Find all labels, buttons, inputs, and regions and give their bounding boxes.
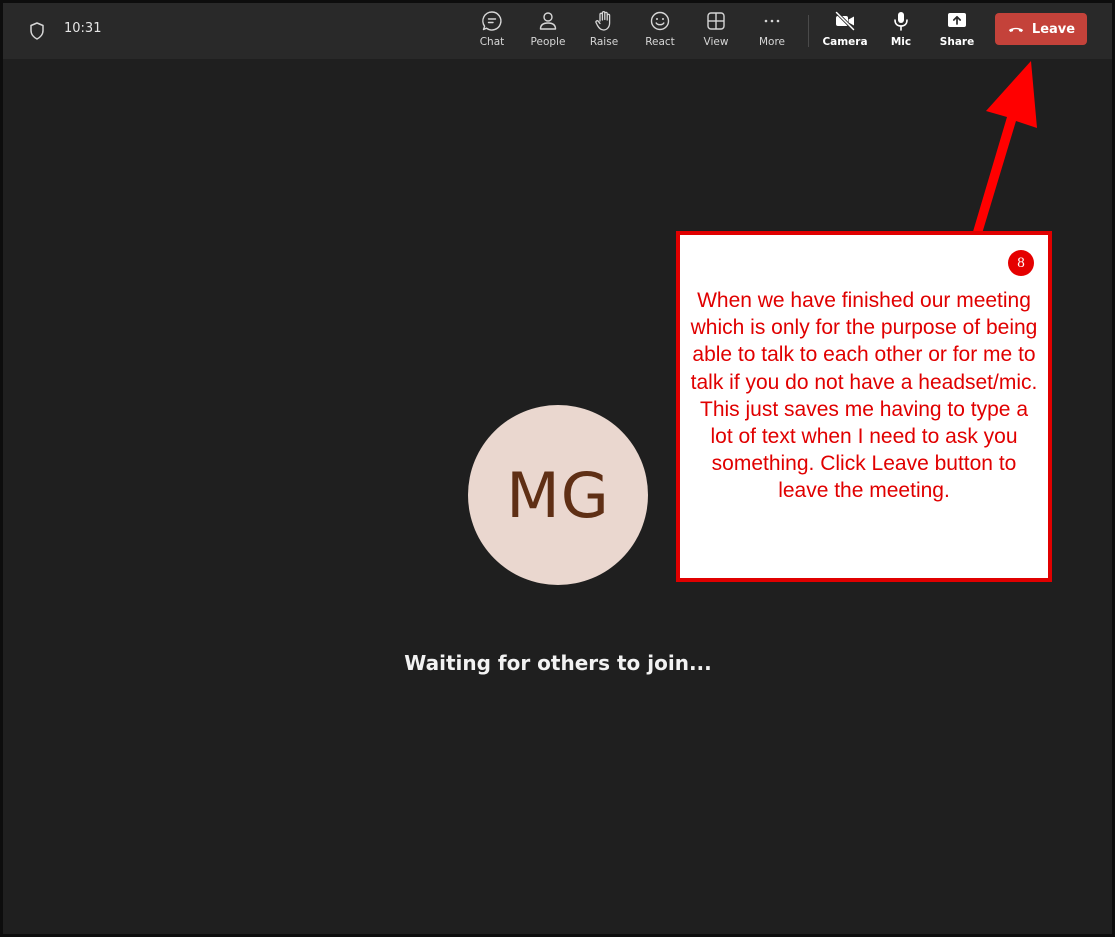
chat-button[interactable]: Chat [464,9,520,55]
chat-label: Chat [479,36,505,48]
mic-icon [894,12,908,31]
raise-hand-button[interactable]: Raise [576,9,632,55]
people-label: People [530,36,566,48]
hand-icon [595,11,611,31]
meeting-timer: 10:31 [64,21,102,36]
camera-label: Camera [822,36,868,48]
leave-button[interactable]: Leave [995,13,1087,45]
toolbar-divider [808,15,809,47]
leave-label: Leave [1031,21,1076,37]
callout-text: When we have finished our meeting which … [690,289,1038,503]
annotation-callout: 8 When we have finished our meeting whic… [676,231,1052,582]
meeting-toolbar: 10:31 Chat People Raise React View More … [3,3,1112,59]
chat-icon [482,11,502,31]
react-label: React [645,36,675,48]
avatar-initials: MG [506,458,610,532]
camera-off-icon [835,11,855,31]
view-label: View [703,36,729,48]
share-label: Share [939,36,975,48]
camera-button[interactable]: Camera [817,9,873,55]
mic-label: Mic [890,36,912,48]
ellipsis-icon [764,19,780,23]
meeting-window: 10:31 Chat People Raise React View More … [0,0,1115,937]
view-button[interactable]: View [688,9,744,55]
more-label: More [758,36,786,48]
grid-icon [707,12,725,30]
react-button[interactable]: React [632,9,688,55]
hang-up-icon [1008,27,1024,32]
step-badge: 8 [1008,250,1034,276]
mic-button[interactable]: Mic [873,9,929,55]
people-button[interactable]: People [520,9,576,55]
more-button[interactable]: More [744,9,800,55]
share-button[interactable]: Share [929,9,985,55]
shield-icon [30,22,44,40]
smiley-icon [650,11,670,31]
avatar: MG [468,405,648,585]
people-icon [539,12,557,30]
raise-label: Raise [589,36,619,48]
waiting-status: Waiting for others to join... [404,651,712,675]
share-icon [948,13,966,27]
